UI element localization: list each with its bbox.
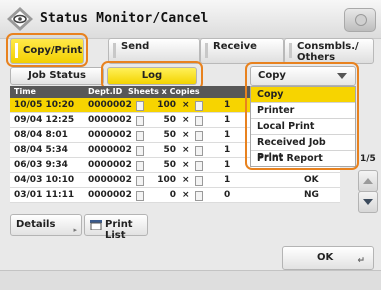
ok-label: OK	[317, 252, 334, 263]
option-print-report[interactable]: Print Report	[251, 151, 355, 166]
cell-sheets: 100	[157, 175, 176, 185]
details-button[interactable]: Details ▸	[10, 214, 82, 236]
cell-multiply: ×	[182, 100, 190, 110]
cell-sheets: 50	[163, 160, 176, 170]
monitor-icon	[7, 7, 33, 31]
scroll-down-button[interactable]	[358, 191, 378, 213]
cell-multiply: ×	[182, 115, 190, 125]
cell-result: OK	[304, 175, 319, 185]
cell-time: 09/04 12:25	[14, 115, 75, 125]
print-list-label: Print List	[105, 219, 133, 241]
document-icon	[136, 131, 144, 141]
cell-time: 06/03 9:34	[14, 160, 68, 170]
cell-time: 03/01 11:11	[14, 190, 75, 200]
cell-copies: 1	[224, 100, 231, 110]
cell-multiply: ×	[182, 175, 190, 185]
cell-result: NG	[304, 190, 319, 200]
cell-multiply: ×	[182, 130, 190, 140]
cell-dept-id: 0000002	[88, 160, 132, 170]
cell-sheets: 100	[157, 100, 176, 110]
job-status-button[interactable]: Job Status	[10, 67, 104, 85]
cell-sheets: 50	[163, 130, 176, 140]
option-printer[interactable]: Printer	[251, 103, 355, 119]
cell-copies: 1	[224, 115, 231, 125]
close-button[interactable]	[344, 8, 376, 32]
details-arrow-icon: ▸	[73, 226, 77, 234]
cell-time: 10/05 10:20	[14, 100, 75, 110]
copies-icon	[195, 131, 203, 141]
status-bar	[0, 270, 381, 290]
cell-dept-id: 0000002	[88, 130, 132, 140]
option-received-job-print[interactable]: Received Job Print	[251, 135, 355, 163]
close-icon	[355, 14, 367, 26]
tab-label: Receive	[213, 41, 257, 52]
cell-sheets: 50	[163, 145, 176, 155]
copies-icon	[195, 116, 203, 126]
tab-copy-print[interactable]: Copy/Print	[10, 38, 84, 64]
cell-dept-id: 0000002	[88, 100, 132, 110]
copies-icon	[195, 161, 203, 171]
column-dept-id: Dept.ID	[88, 87, 123, 96]
title-bar: Status Monitor/Cancel	[0, 0, 381, 39]
tab-label: Send	[121, 41, 150, 52]
page-title: Status Monitor/Cancel	[40, 11, 209, 26]
tab-send[interactable]: Send	[108, 38, 200, 64]
cell-dept-id: 0000002	[88, 190, 132, 200]
cell-time: 04/03 10:10	[14, 175, 75, 185]
option-local-print[interactable]: Local Print	[251, 119, 355, 135]
dropdown-list: Copy Printer Local Print Received Job Pr…	[250, 86, 356, 167]
column-time: Time	[14, 87, 36, 96]
print-list-button[interactable]: Print List	[84, 214, 148, 241]
copies-icon	[195, 176, 203, 186]
document-icon	[136, 161, 144, 171]
copies-icon	[195, 191, 203, 201]
tab-receive[interactable]: Receive	[200, 38, 284, 64]
log-button[interactable]: Log	[107, 67, 197, 85]
cell-multiply: ×	[182, 190, 190, 200]
return-icon: ↵	[357, 256, 365, 266]
cell-dept-id: 0000002	[88, 175, 132, 185]
cell-sheets: 50	[163, 115, 176, 125]
tab-consumables-others[interactable]: Consmbls./ Others	[284, 38, 374, 64]
dropdown-arrow-icon	[337, 73, 347, 79]
page-indicator: 1/5	[360, 154, 376, 164]
ok-button[interactable]: OK ↵	[282, 246, 374, 270]
cell-copies: 1	[224, 160, 231, 170]
cell-multiply: ×	[182, 145, 190, 155]
dropdown-selected: Copy	[258, 70, 286, 81]
scroll-down-icon	[363, 199, 373, 205]
cell-copies: 1	[224, 175, 231, 185]
details-label: Details	[16, 219, 56, 230]
cell-time: 08/04 5:34	[14, 145, 68, 155]
cell-multiply: ×	[182, 160, 190, 170]
cell-copies: 0	[224, 190, 231, 200]
print-list-icon	[90, 220, 102, 230]
cell-time: 08/04 8:01	[14, 130, 68, 140]
cell-copies: 1	[224, 130, 231, 140]
column-sheets-copies: Sheets x Copies	[128, 87, 200, 96]
scroll-up-icon	[363, 178, 373, 184]
document-icon	[136, 116, 144, 126]
copies-icon	[195, 146, 203, 156]
document-icon	[136, 146, 144, 156]
cell-sheets: 0	[169, 190, 176, 200]
cell-dept-id: 0000002	[88, 115, 132, 125]
scroll-up-button[interactable]	[358, 170, 378, 192]
document-icon	[136, 191, 144, 201]
cell-dept-id: 0000002	[88, 145, 132, 155]
document-icon	[136, 101, 144, 111]
option-copy[interactable]: Copy	[251, 87, 355, 103]
tab-label: Consmbls./ Others	[297, 41, 359, 63]
table-row[interactable]: 04/03 10:10 0000002 100 × 1 OK	[10, 173, 340, 188]
table-row[interactable]: 03/01 11:11 0000002 0 × 0 NG	[10, 188, 340, 203]
cell-copies: 1	[224, 145, 231, 155]
log-type-dropdown[interactable]: Copy	[250, 66, 356, 86]
copies-icon	[195, 101, 203, 111]
document-icon	[136, 176, 144, 186]
tab-label: Copy/Print	[23, 45, 83, 56]
